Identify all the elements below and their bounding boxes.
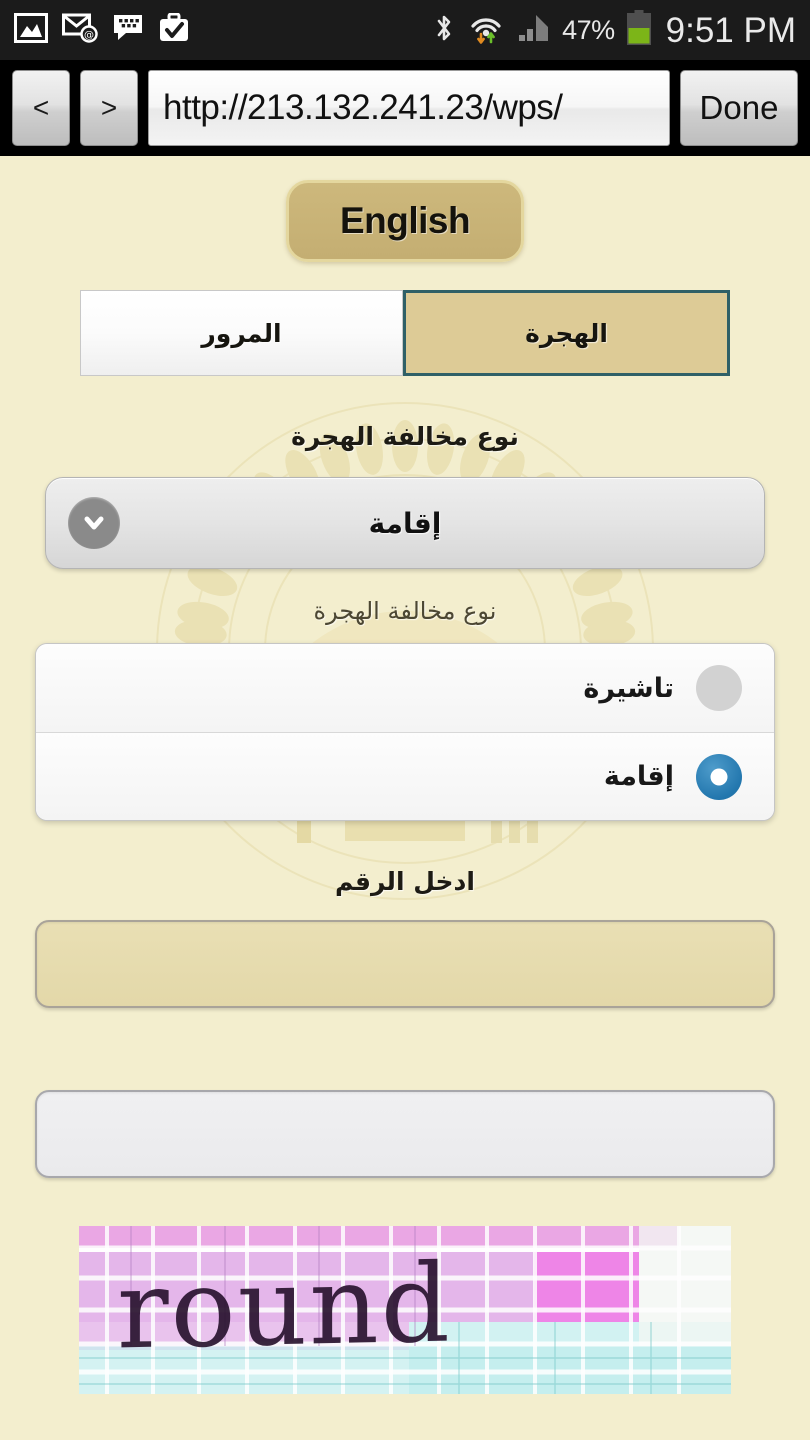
number-input-row (35, 920, 775, 1008)
violation-type-dropdown-panel: تاشيرة إقامة (35, 643, 775, 821)
clock-label: 9:51 PM (665, 10, 796, 50)
dropdown-option-visa-label: تاشيرة (583, 672, 674, 704)
language-toggle-row: English (0, 156, 810, 262)
violation-type-selected-value: إقامة (368, 506, 442, 540)
forward-button[interactable]: > (80, 70, 138, 146)
status-bar: @ 47% 9:51 PM (0, 0, 810, 60)
captcha-image[interactable]: round (79, 1226, 731, 1394)
device-screen: @ 47% 9:51 PM < > http://213.132.241.23/… (0, 0, 810, 1440)
url-input[interactable]: http://213.132.241.23/wps/ (148, 70, 670, 146)
dropdown-option-residency-label: إقامة (603, 761, 674, 792)
bluetooth-icon (433, 12, 455, 48)
battery-icon (626, 10, 652, 50)
radio-selected-icon[interactable] (696, 753, 742, 800)
url-text: http://213.132.241.23/wps/ (163, 88, 563, 127)
back-button[interactable]: < (12, 70, 70, 146)
dropdown-option-visa[interactable]: تاشيرة (36, 644, 774, 732)
tab-immigration[interactable]: الهجرة (403, 290, 730, 376)
wifi-icon (466, 11, 506, 49)
status-bar-system-icons: 47% 9:51 PM (433, 10, 796, 50)
dropdown-option-residency[interactable]: إقامة (36, 732, 774, 820)
number-input[interactable] (35, 920, 775, 1008)
gallery-icon (14, 13, 48, 47)
captcha-row: round (0, 1226, 810, 1394)
english-language-button[interactable]: English (286, 180, 524, 262)
dropdown-title: نوع مخالفة الهجرة (313, 597, 497, 625)
done-button[interactable]: Done (680, 70, 798, 146)
briefcase-check-icon (158, 12, 190, 47)
status-bar-notification-icons: @ (14, 12, 190, 47)
tab-traffic-label: المرور (201, 318, 282, 348)
signal-icon (517, 13, 551, 47)
number-entry-label: ادخل الرقم (335, 867, 475, 896)
violation-type-label: نوع مخالفة الهجرة (291, 422, 519, 451)
browser-toolbar: < > http://213.132.241.23/wps/ Done (0, 60, 810, 156)
tab-immigration-label: الهجرة (525, 318, 608, 348)
violation-type-select-wrapper: إقامة (45, 477, 765, 569)
violation-type-select[interactable]: إقامة (45, 477, 765, 569)
chevron-down-icon[interactable] (68, 497, 120, 549)
captcha-text: round (117, 1241, 452, 1374)
page-content: English الهجرة المرور نوع مخالفة الهجرة … (0, 156, 810, 1394)
english-language-label: English (339, 200, 471, 241)
webpage-viewport: English الهجرة المرور نوع مخالفة الهجرة … (0, 156, 810, 1440)
tab-traffic[interactable]: المرور (80, 290, 403, 376)
svg-text:@: @ (84, 30, 94, 41)
captcha-input-row (35, 1090, 775, 1178)
email-icon: @ (62, 13, 98, 47)
battery-percent-label: 47% (562, 14, 615, 45)
messaging-icon (112, 13, 144, 47)
service-tabs: الهجرة المرور (80, 290, 730, 376)
radio-unselected-icon[interactable] (696, 665, 742, 711)
captcha-input[interactable] (35, 1090, 775, 1178)
